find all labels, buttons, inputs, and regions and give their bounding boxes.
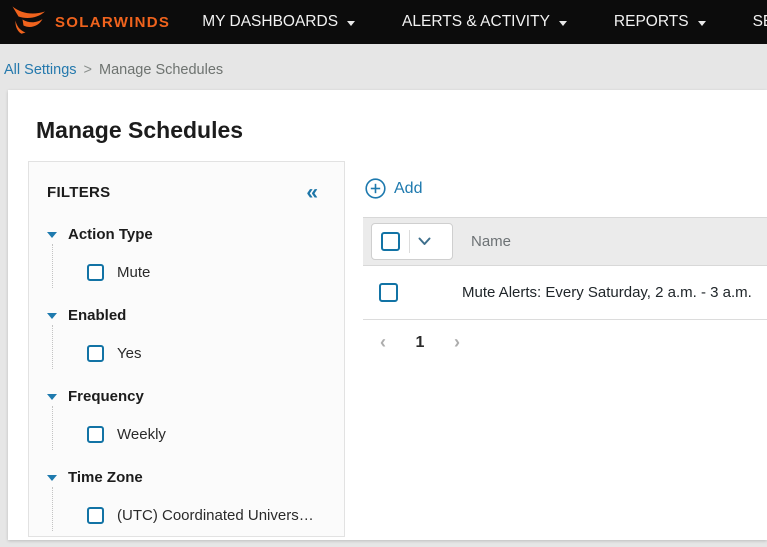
filter-group-enabled: Enabled Yes [47,305,330,369]
table-header: Name [363,217,767,266]
filter-option-label: Weekly [117,426,166,443]
add-button[interactable]: Add [365,178,422,199]
top-nav: SOLARWINDS MY DASHBOARDS ALERTS & ACTIVI… [0,0,767,44]
add-label: Add [394,180,422,198]
filter-option-mute[interactable]: Mute [87,256,330,288]
filter-group-label: Frequency [68,388,144,405]
filter-option-weekly[interactable]: Weekly [87,418,330,450]
select-all-checkbox[interactable] [381,232,400,251]
filter-group-toggle[interactable]: Frequency [47,386,330,406]
breadcrumb-separator: > [84,62,92,78]
filter-option-utc[interactable]: (UTC) Coordinated Universal Time [87,499,330,531]
filter-option-yes[interactable]: Yes [87,337,330,369]
collapse-filters-button[interactable]: « [306,182,318,203]
filters-panel: FILTERS « Action Type Mute E [28,161,345,537]
triangle-down-icon [47,232,57,238]
filter-group-toggle[interactable]: Enabled [47,305,330,325]
column-header-name[interactable]: Name [471,233,511,250]
filter-option-label: (UTC) Coordinated Universal Time [117,507,315,524]
solarwinds-logo[interactable]: SOLARWINDS [0,6,170,39]
plus-circle-icon [365,178,386,199]
nav-item-my-dashboards[interactable]: MY DASHBOARDS [202,13,355,31]
row-checkbox[interactable] [379,283,398,302]
filter-group-label: Time Zone [68,469,143,486]
nav-item-reports[interactable]: REPORTS [614,13,706,31]
nav-item-label: SETTINGS [753,13,767,31]
table-row[interactable]: Mute Alerts: Every Saturday, 2 a.m. - 3 … [363,266,767,320]
select-all-button[interactable] [371,223,453,260]
divider [409,230,410,253]
caret-down-icon [698,21,706,26]
checkbox[interactable] [87,345,104,362]
schedules-table: Name Mute Alerts: Every Saturday, 2 a.m.… [363,217,767,353]
nav-item-label: MY DASHBOARDS [202,13,338,31]
filter-group-time-zone: Time Zone (UTC) Coordinated Universal Ti… [47,467,330,531]
triangle-down-icon [47,475,57,481]
main-menu: MY DASHBOARDS ALERTS & ACTIVITY REPORTS … [202,13,767,31]
chevron-down-icon[interactable] [418,237,431,246]
filter-group-toggle[interactable]: Action Type [47,224,330,244]
filter-group-frequency: Frequency Weekly [47,386,330,450]
prev-page-button[interactable]: ‹ [373,332,393,353]
filter-group-label: Action Type [68,226,153,243]
filter-option-label: Mute [117,264,150,281]
filter-option-label: Yes [117,345,141,362]
filter-group-label: Enabled [68,307,126,324]
filters-title: FILTERS [47,184,110,201]
breadcrumb-all-settings[interactable]: All Settings [4,62,77,78]
pagination: ‹ 1 › [363,332,767,353]
triangle-down-icon [47,313,57,319]
triangle-down-icon [47,394,57,400]
solarwinds-icon [12,6,46,39]
filter-group-action-type: Action Type Mute [47,224,330,288]
caret-down-icon [559,21,567,26]
nav-item-label: ALERTS & ACTIVITY [402,13,550,31]
nav-item-settings[interactable]: SETTINGS [753,13,767,31]
page-title: Manage Schedules [8,90,767,146]
content-card: Manage Schedules FILTERS « Action Type M… [8,90,767,540]
brand-name: SOLARWINDS [55,14,170,31]
schedule-name: Mute Alerts: Every Saturday, 2 a.m. - 3 … [462,284,752,301]
checkbox[interactable] [87,264,104,281]
next-page-button[interactable]: › [447,332,467,353]
schedules-main: Add Name [345,161,767,537]
checkbox[interactable] [87,507,104,524]
breadcrumb: All Settings > Manage Schedules [0,44,767,90]
breadcrumb-current: Manage Schedules [99,62,223,78]
page-number[interactable]: 1 [410,334,430,352]
nav-item-alerts-activity[interactable]: ALERTS & ACTIVITY [402,13,567,31]
filter-group-toggle[interactable]: Time Zone [47,467,330,487]
caret-down-icon [347,21,355,26]
checkbox[interactable] [87,426,104,443]
nav-item-label: REPORTS [614,13,689,31]
